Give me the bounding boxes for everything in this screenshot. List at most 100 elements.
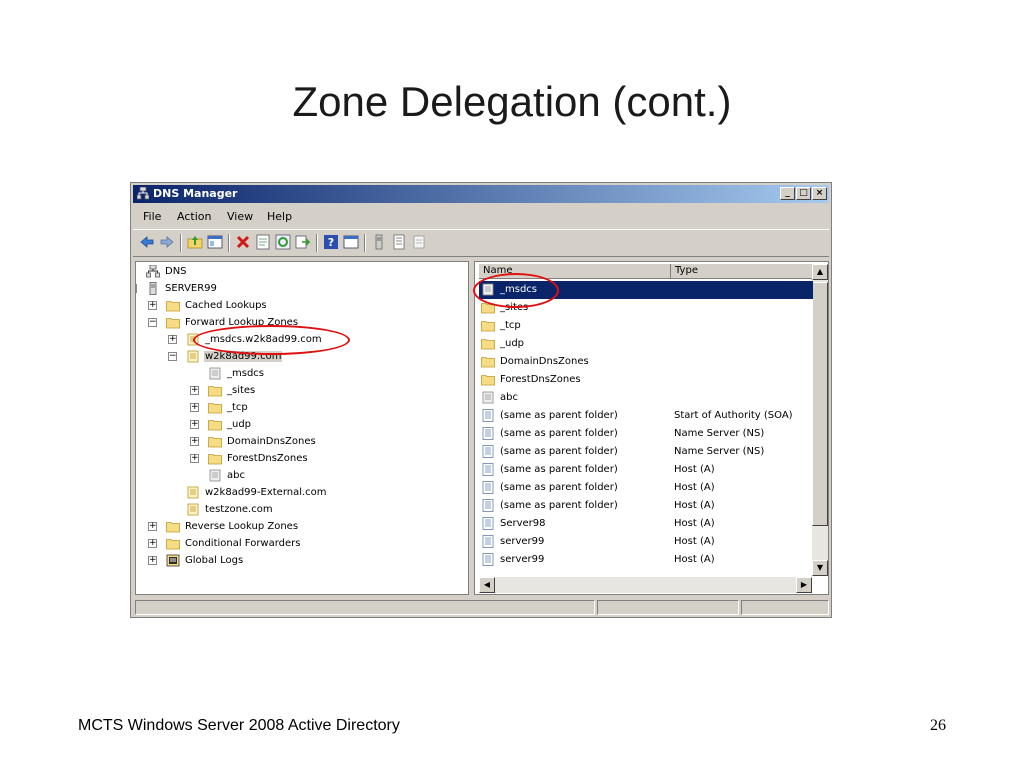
- expand-icon[interactable]: +: [168, 335, 177, 344]
- list-row[interactable]: ForestDnsZones: [479, 371, 813, 389]
- expand-icon[interactable]: +: [190, 420, 199, 429]
- tree-item[interactable]: + _tcp: [142, 400, 462, 416]
- list-row[interactable]: (same as parent folder) Name Server (NS): [479, 425, 813, 443]
- list-row[interactable]: server99 Host (A): [479, 551, 813, 569]
- list-row[interactable]: (same as parent folder) Start of Authorit…: [479, 407, 813, 425]
- tree-pane[interactable]: DNS−SERVER99+Cached Lookups−Forward Look…: [135, 261, 469, 595]
- back-icon[interactable]: [139, 234, 155, 250]
- vertical-scrollbar[interactable]: ▲ ▼: [812, 264, 828, 576]
- list-row-type: Host (A): [674, 536, 715, 547]
- expand-icon[interactable]: +: [148, 539, 157, 548]
- tree-item[interactable]: + Reverse Lookup Zones: [142, 519, 462, 535]
- record-icon: [481, 427, 495, 440]
- tree-item[interactable]: + ForestDnsZones: [142, 451, 462, 467]
- server-icon: [146, 282, 160, 295]
- collapse-icon[interactable]: −: [168, 352, 177, 361]
- scroll-up-arrow-icon[interactable]: ▲: [812, 264, 828, 280]
- scroll-right-arrow-icon[interactable]: ▶: [796, 577, 812, 593]
- list-row-type: Host (A): [674, 500, 715, 511]
- status-cell: [741, 600, 829, 615]
- menu-view[interactable]: View: [227, 210, 253, 223]
- dns-icon: [137, 187, 149, 200]
- maximize-button[interactable]: □: [796, 187, 811, 200]
- tree-item[interactable]: + _udp: [142, 417, 462, 433]
- list-row[interactable]: _udp: [479, 335, 813, 353]
- up-folder-icon[interactable]: [187, 234, 203, 250]
- tree-item[interactable]: + _sites: [142, 383, 462, 399]
- zone-icon[interactable]: [411, 234, 427, 250]
- forward-icon[interactable]: [159, 234, 175, 250]
- horizontal-scrollbar[interactable]: ◀ ▶: [479, 577, 812, 593]
- slide-footer: MCTS Windows Server 2008 Active Director…: [78, 717, 400, 734]
- expand-icon[interactable]: +: [190, 386, 199, 395]
- list-row[interactable]: Server98 Host (A): [479, 515, 813, 533]
- expand-icon[interactable]: +: [148, 301, 157, 310]
- delete-icon[interactable]: [235, 234, 251, 250]
- tree-item-label: Reverse Lookup Zones: [185, 521, 299, 532]
- list-row[interactable]: (same as parent folder) Host (A): [479, 461, 813, 479]
- show-hide-tree-icon[interactable]: [207, 234, 223, 250]
- tree-item-label: _sites: [227, 385, 256, 396]
- refresh-icon[interactable]: [275, 234, 291, 250]
- record-icon: [481, 409, 495, 422]
- scroll-down-arrow-icon[interactable]: ▼: [812, 560, 828, 576]
- tree-item[interactable]: abc: [142, 468, 462, 484]
- expand-icon[interactable]: +: [148, 522, 157, 531]
- menu-help[interactable]: Help: [267, 210, 292, 223]
- tree-item[interactable]: + DomainDnsZones: [142, 434, 462, 450]
- tree-item[interactable]: − SERVER99: [136, 281, 462, 297]
- tree-item[interactable]: DNS: [142, 264, 462, 280]
- list-row-type: Host (A): [674, 482, 715, 493]
- tree-item[interactable]: + Global Logs: [142, 553, 462, 569]
- expand-icon[interactable]: +: [190, 454, 199, 463]
- list-row[interactable]: DomainDnsZones: [479, 353, 813, 371]
- list-row[interactable]: server99 Host (A): [479, 533, 813, 551]
- tree-item[interactable]: + Conditional Forwarders: [142, 536, 462, 552]
- tree-item-label: DomainDnsZones: [227, 436, 316, 447]
- list-row[interactable]: (same as parent folder) Host (A): [479, 497, 813, 515]
- help-icon[interactable]: ?: [323, 234, 339, 250]
- export-icon[interactable]: [295, 234, 311, 250]
- list-row[interactable]: (same as parent folder) Name Server (NS): [479, 443, 813, 461]
- list-row[interactable]: abc: [479, 389, 813, 407]
- details-pane[interactable]: Name Type ▲ ▼ ◀ ▶ _msdcs _sites _tcp _udp Do…: [474, 261, 829, 595]
- collapse-icon[interactable]: −: [136, 284, 137, 293]
- tree-item[interactable]: w2k8ad99-External.com: [142, 485, 462, 501]
- list-row-name: (same as parent folder): [500, 500, 618, 511]
- scroll-thumb[interactable]: [812, 282, 828, 526]
- toolbar-separator: [316, 234, 318, 252]
- slide-title: Zone Delegation (cont.): [292, 78, 732, 125]
- list-row[interactable]: (same as parent folder) Host (A): [479, 479, 813, 497]
- expand-icon[interactable]: +: [190, 403, 199, 412]
- properties-icon[interactable]: [255, 234, 271, 250]
- tree-item-label: _tcp: [227, 402, 248, 413]
- tree-item[interactable]: + Cached Lookups: [142, 298, 462, 314]
- close-button[interactable]: ×: [812, 187, 827, 200]
- list-row-name: DomainDnsZones: [500, 356, 589, 367]
- collapse-icon[interactable]: −: [148, 318, 157, 327]
- expand-icon[interactable]: +: [190, 437, 199, 446]
- list-row[interactable]: _tcp: [479, 317, 813, 335]
- record-icon: [481, 517, 495, 530]
- list-row-name: ForestDnsZones: [500, 374, 581, 385]
- zone-icon: [186, 503, 200, 516]
- menu-file[interactable]: File: [143, 210, 161, 223]
- tree-item-label: SERVER99: [165, 283, 217, 294]
- list-row-type: Host (A): [674, 464, 715, 475]
- title-bar[interactable]: DNS Manager _ □ ×: [133, 185, 829, 203]
- minimize-button[interactable]: _: [780, 187, 795, 200]
- folder-icon: [208, 435, 222, 448]
- expand-icon[interactable]: +: [148, 556, 157, 565]
- tree-item[interactable]: _msdcs: [142, 366, 462, 382]
- status-bar: [133, 599, 829, 616]
- menu-bar: File Action View Help: [133, 205, 829, 227]
- column-header-type[interactable]: Type: [671, 264, 814, 279]
- highlight-ellipse-msdcs-zone: [193, 325, 350, 355]
- list-icon[interactable]: [391, 234, 407, 250]
- server-icon[interactable]: [371, 234, 387, 250]
- console-icon[interactable]: [343, 234, 359, 250]
- menu-action[interactable]: Action: [177, 210, 211, 223]
- scroll-left-arrow-icon[interactable]: ◀: [479, 577, 495, 593]
- tree-item[interactable]: testzone.com: [142, 502, 462, 518]
- tree-item-label: _msdcs: [227, 368, 265, 379]
